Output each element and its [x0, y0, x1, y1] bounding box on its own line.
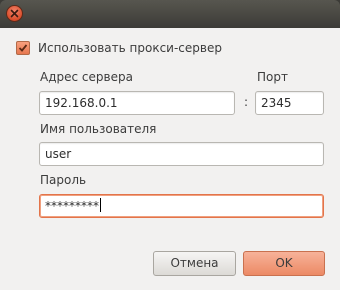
password-value: *********	[45, 199, 99, 213]
username-label: Имя пользователя	[40, 122, 157, 136]
server-address-label: Адрес сервера	[40, 70, 133, 84]
username-input[interactable]: user	[39, 142, 324, 166]
use-proxy-checkbox[interactable]	[16, 41, 30, 55]
title-bar	[0, 0, 340, 28]
ok-button[interactable]: OK	[243, 251, 325, 276]
port-input[interactable]: 2345	[255, 91, 324, 115]
text-caret	[100, 198, 101, 212]
password-label: Пароль	[40, 173, 87, 187]
server-address-input[interactable]: 192.168.0.1	[39, 91, 235, 115]
address-port-separator: :	[244, 95, 249, 109]
close-window-icon[interactable]	[6, 5, 23, 22]
password-input[interactable]: *********	[39, 194, 324, 218]
use-proxy-label: Использовать прокси-сервер	[38, 41, 222, 55]
port-label: Порт	[257, 70, 288, 84]
use-proxy-row[interactable]: Использовать прокси-сервер	[16, 39, 222, 57]
proxy-dialog: Использовать прокси-сервер Адрес сервера…	[0, 28, 340, 290]
cancel-button[interactable]: Отмена	[153, 251, 236, 276]
